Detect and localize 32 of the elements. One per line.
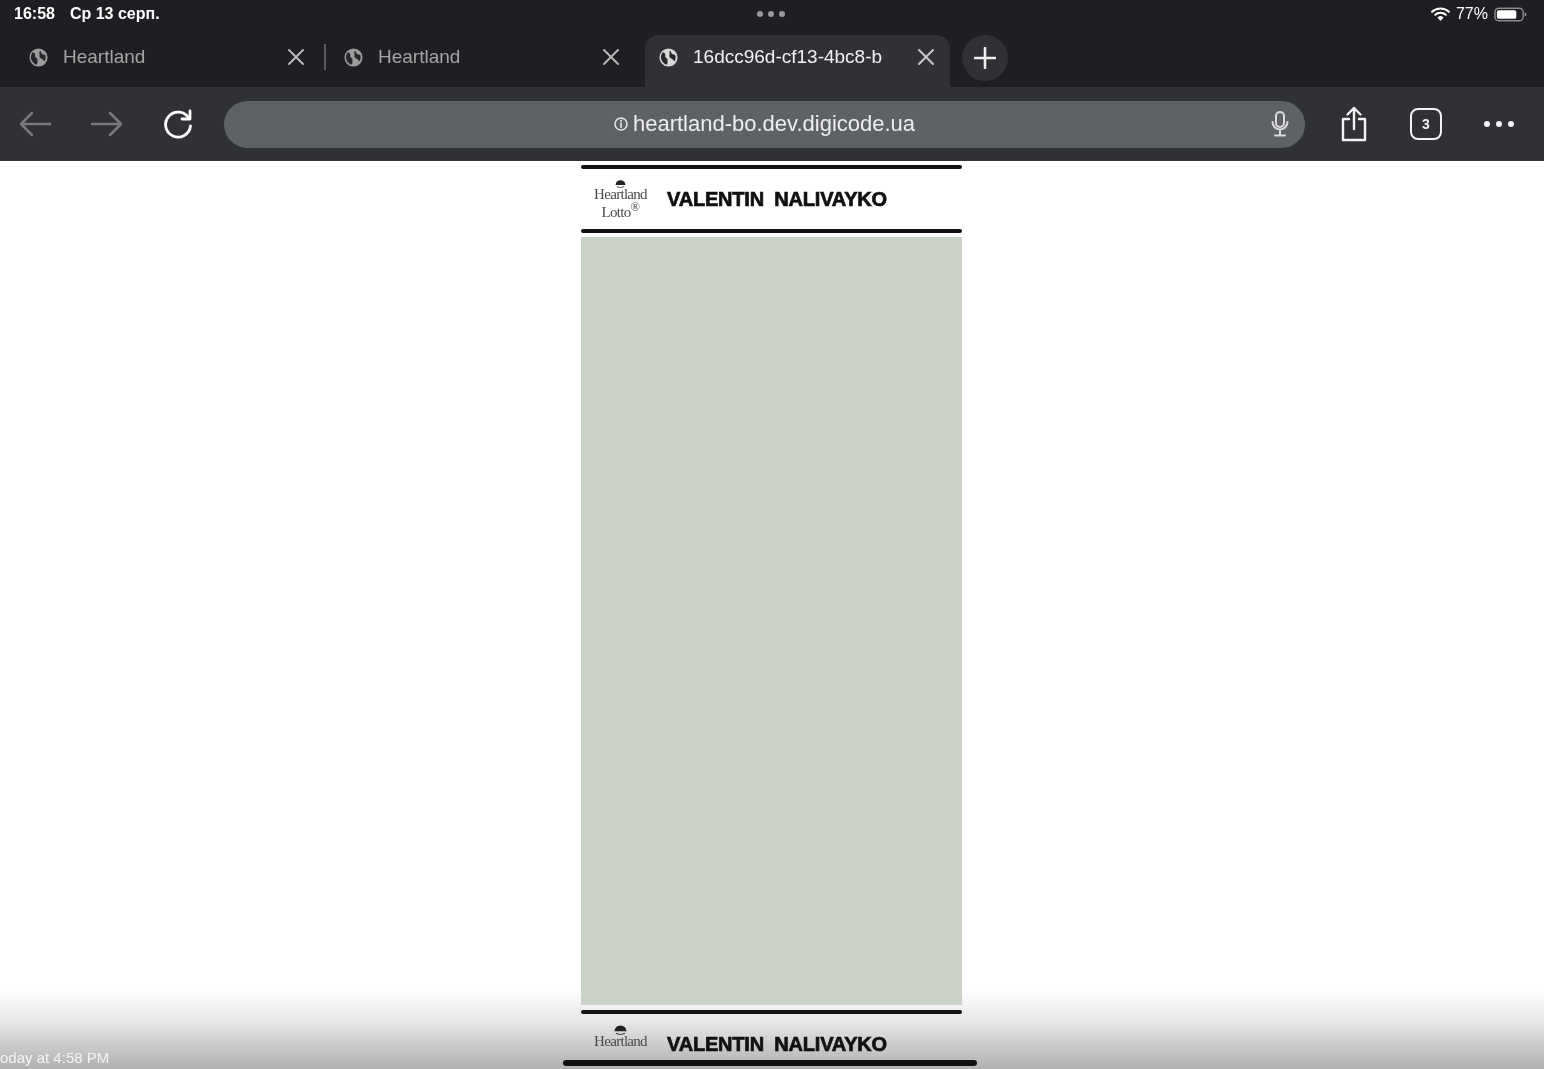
logo-emblem-icon: [613, 1024, 628, 1035]
address-field[interactable]: heartland-bo.dev.digicode.ua: [224, 100, 1305, 148]
status-time: 16:58: [14, 5, 55, 23]
battery-percent: 77%: [1455, 5, 1488, 23]
screenshot-timestamp: oday at 4:58 PM: [0, 1049, 110, 1066]
share-icon[interactable]: [1339, 106, 1369, 142]
close-icon[interactable]: [917, 48, 935, 66]
close-icon[interactable]: [602, 48, 620, 66]
info-icon: [613, 117, 628, 131]
new-tab-button[interactable]: [962, 35, 1008, 81]
tab-count-button[interactable]: 3: [1410, 108, 1442, 140]
status-date: Ср 13 серп.: [69, 5, 160, 23]
logo-text: Lotto$^{®}$: [601, 201, 640, 219]
holder-name: VALENTIN NALIVAYKO: [667, 187, 887, 211]
battery-icon: [1494, 6, 1527, 22]
browser-tab[interactable]: 16dcc96d-cf13-4bc8-b: [645, 35, 950, 87]
wifi-icon: [1430, 7, 1450, 21]
close-icon[interactable]: [287, 48, 305, 66]
browser-tab[interactable]: Heartland: [330, 35, 635, 87]
reload-icon[interactable]: [162, 108, 194, 140]
browser-tab[interactable]: Heartland: [15, 35, 320, 87]
logo-text: Heartland: [594, 188, 647, 201]
microphone-icon[interactable]: [1271, 111, 1289, 137]
globe-icon: [659, 47, 678, 67]
holder-name: VALENTIN NALIVAYKO: [667, 1032, 887, 1056]
globe-icon: [344, 47, 363, 67]
more-icon[interactable]: [1484, 121, 1514, 127]
plus-icon: [974, 47, 996, 69]
logo-text: Heartland: [594, 1035, 647, 1048]
globe-icon: [29, 47, 48, 67]
multitasking-dots-icon[interactable]: [756, 11, 785, 17]
logo-emblem-icon: [613, 179, 628, 188]
